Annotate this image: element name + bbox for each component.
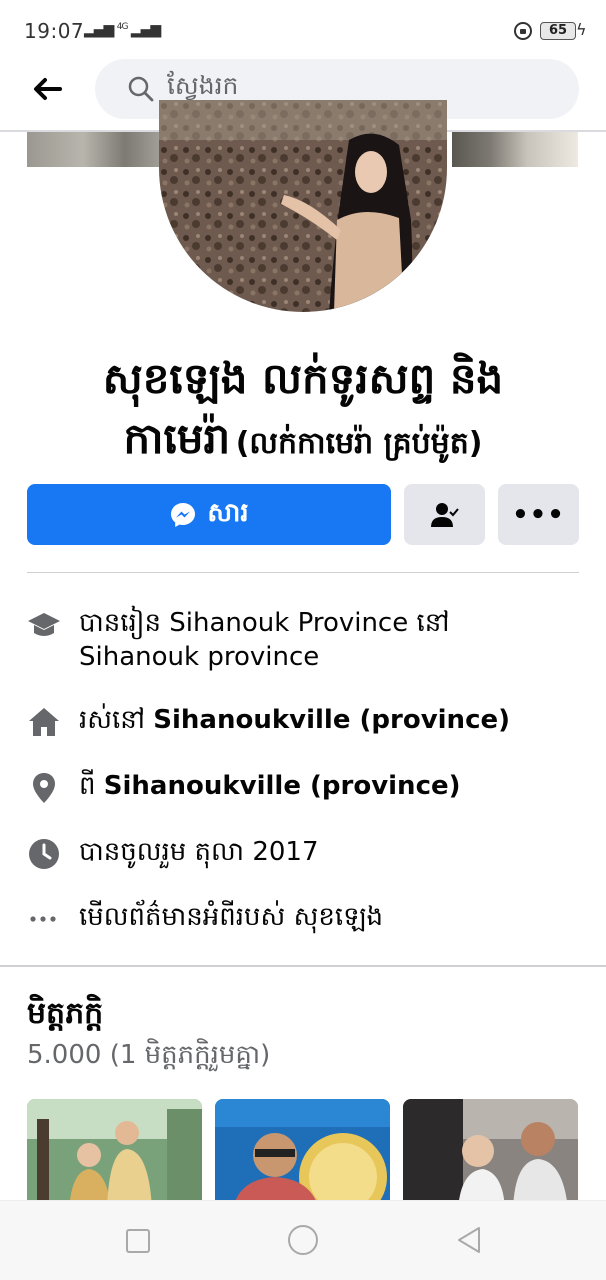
network-type: 4G: [116, 22, 129, 32]
home-button[interactable]: [288, 1225, 318, 1255]
lives-place: Sihanoukville (province): [153, 705, 510, 735]
from-prefix: ពី: [79, 771, 96, 801]
status-bar: 19:07 ▂▄▆ 4G ▂▄▆ 65 ϟ: [0, 0, 606, 58]
from-place: Sihanoukville (province): [103, 771, 461, 801]
friend-thumbnail[interactable]: [27, 1099, 202, 1209]
cover-photo-right[interactable]: [452, 132, 578, 167]
lives-prefix: រស់នៅ: [79, 705, 146, 735]
message-button[interactable]: សារ: [27, 484, 391, 545]
system-nav-bar: [0, 1200, 606, 1280]
intro-joined: បានចូលរួម តុលា 2017: [27, 835, 579, 871]
intro-education[interactable]: បានរៀន Sihanouk Province នៅ Sihanouk pro…: [27, 606, 579, 674]
battery-icon: 65: [540, 22, 576, 40]
home-icon: [29, 708, 59, 736]
friend-photo-image: [215, 1099, 390, 1209]
status-time: 19:07: [24, 19, 85, 43]
profile-name-sub: (លក់កាមេរ៉ា គ្រប់ម៉ូត): [235, 426, 483, 461]
person-check-icon: [430, 502, 459, 527]
more-button[interactable]: •••: [498, 484, 579, 545]
ellipsis-icon: [30, 916, 56, 922]
friends-title[interactable]: មិត្តភក្តិ: [27, 994, 103, 1038]
message-button-label: សារ: [207, 497, 249, 528]
profile-name-main: កាមេរ៉ា: [123, 414, 231, 463]
charging-icon: ϟ: [576, 20, 587, 39]
profile-name-line2: កាមេរ៉ា (លក់កាមេរ៉ា គ្រប់ម៉ូត): [30, 410, 576, 477]
friend-status-button[interactable]: [404, 484, 485, 545]
friends-count: 5.000 (1 មិត្តភក្តិរួមគ្នា): [27, 1040, 271, 1070]
graduation-cap-icon: [28, 613, 60, 636]
section-divider: [0, 965, 606, 967]
education-line1: បានរៀន Sihanouk Province នៅ: [79, 608, 450, 638]
battery-level: 65: [548, 23, 568, 38]
rotation-lock-icon: [514, 22, 532, 40]
friend-thumbnail[interactable]: [403, 1099, 578, 1209]
intro-lives-in[interactable]: រស់នៅ Sihanoukville (province): [27, 703, 579, 739]
arrow-left-icon: [34, 78, 62, 100]
profile-name-line1: សុខឡេង លក់ទូរសព្ទ និង: [102, 354, 504, 403]
friend-thumbnail[interactable]: [215, 1099, 390, 1209]
back-triangle-icon[interactable]: [455, 1225, 483, 1255]
cover-photo-left[interactable]: [27, 132, 167, 167]
intro-see-more[interactable]: មើលព័ត៌មានអំពីរបស់ សុខឡេង: [27, 900, 579, 936]
search-icon: [128, 76, 154, 102]
messenger-icon: [171, 502, 196, 527]
intro-from[interactable]: ពី Sihanoukville (province): [27, 769, 579, 805]
see-more-link: មើលព័ត៌មានអំពីរបស់ សុខឡេង: [79, 902, 384, 932]
location-pin-icon: [33, 773, 55, 803]
signal-icon: ▂▄▆ 4G ▂▄▆: [84, 22, 161, 38]
joined-text: បានចូលរួម តុលា 2017: [79, 837, 319, 867]
back-button[interactable]: [22, 66, 72, 112]
more-horizontal-icon: •••: [512, 499, 565, 530]
friend-photo-image: [403, 1099, 578, 1209]
profile-photo-image: [159, 100, 447, 312]
education-line2: Sihanouk province: [79, 642, 320, 672]
profile-photo[interactable]: [159, 100, 447, 312]
recents-button[interactable]: [126, 1229, 150, 1253]
divider: [27, 572, 579, 573]
friend-photo-image: [27, 1099, 202, 1209]
clock-icon: [29, 839, 59, 869]
